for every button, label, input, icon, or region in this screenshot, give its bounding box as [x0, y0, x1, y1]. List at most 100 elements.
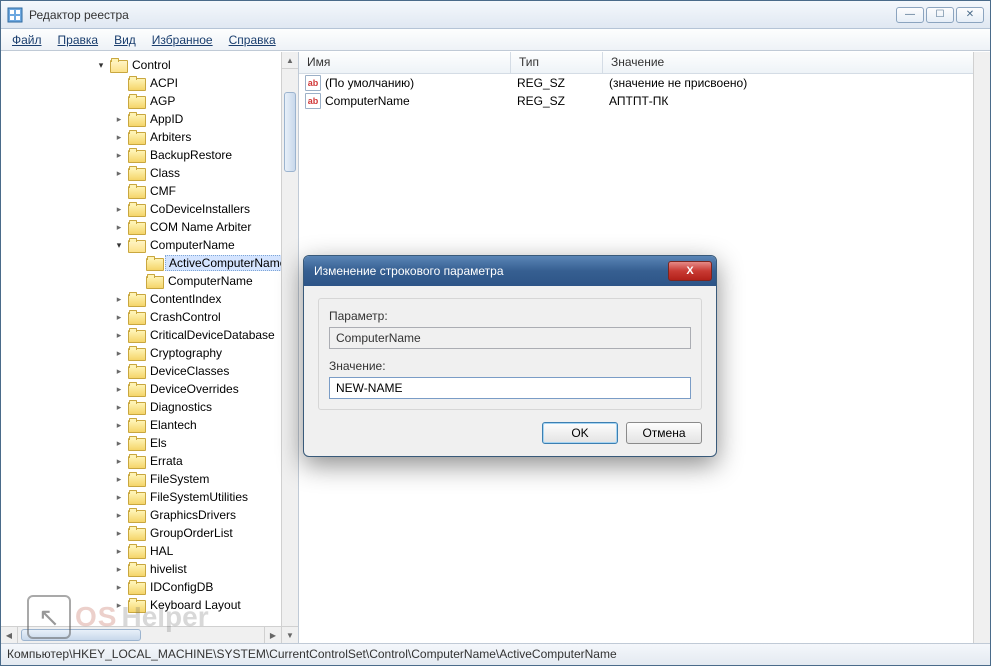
tree-item[interactable]: ▸COM Name Arbiter — [1, 218, 298, 236]
expander-icon[interactable] — [113, 185, 125, 197]
folder-icon — [110, 58, 126, 72]
tree-item[interactable]: ▸HAL — [1, 542, 298, 560]
expander-icon[interactable] — [113, 95, 125, 107]
tree-item-label: CMF — [147, 184, 179, 198]
folder-icon — [146, 274, 162, 288]
expander-icon[interactable]: ▸ — [113, 113, 125, 125]
param-label: Параметр: — [329, 309, 691, 323]
tree-item-label: ComputerName — [165, 274, 256, 288]
tree-item[interactable]: ▸ AppID — [1, 110, 298, 128]
tree-item[interactable]: ▸CriticalDeviceDatabase — [1, 326, 298, 344]
expander-icon[interactable]: ▸ — [113, 329, 125, 341]
tree-item-label: GroupOrderList — [147, 526, 236, 540]
column-name[interactable]: Имя — [299, 52, 511, 73]
close-button[interactable]: ✕ — [956, 7, 984, 23]
tree-item[interactable]: ▸Errata — [1, 452, 298, 470]
folder-icon — [128, 400, 144, 414]
tree-item-control[interactable]: ▾Control — [1, 56, 298, 74]
expander-icon[interactable]: ▸ — [113, 167, 125, 179]
list-row[interactable]: (По умолчанию)REG_SZ(значение не присвое… — [299, 74, 990, 92]
tree-item[interactable]: ▸CoDeviceInstallers — [1, 200, 298, 218]
tree-item-computername[interactable]: ▾ComputerName — [1, 236, 298, 254]
scroll-down-icon[interactable]: ▼ — [282, 626, 298, 643]
expander-icon[interactable]: ▸ — [113, 437, 125, 449]
menu-view[interactable]: Вид — [107, 31, 143, 49]
tree-item[interactable]: ACPI — [1, 74, 298, 92]
folder-icon — [128, 580, 144, 594]
expander-icon[interactable]: ▸ — [113, 563, 125, 575]
expander-icon[interactable] — [113, 77, 125, 89]
menu-file[interactable]: Файл — [5, 31, 49, 49]
tree-item-activecomputername[interactable]: ActiveComputerName — [1, 254, 298, 272]
list-vscrollbar[interactable] — [973, 52, 990, 643]
folder-icon — [128, 94, 144, 108]
expander-icon[interactable]: ▸ — [113, 311, 125, 323]
expander-icon[interactable]: ▸ — [113, 491, 125, 503]
tree-item-label: AppID — [147, 112, 186, 126]
tree-item[interactable]: ▸CrashControl — [1, 308, 298, 326]
expander-icon[interactable]: ▾ — [95, 59, 107, 71]
tree-item[interactable]: ▸FileSystem — [1, 470, 298, 488]
tree-item[interactable]: ▸ContentIndex — [1, 290, 298, 308]
expander-icon[interactable]: ▸ — [113, 221, 125, 233]
expander-icon[interactable]: ▸ — [113, 509, 125, 521]
scroll-left-icon[interactable]: ◀ — [1, 627, 18, 643]
dialog-titlebar[interactable]: Изменение строкового параметра X — [304, 256, 716, 286]
expander-icon[interactable] — [131, 275, 143, 287]
maximize-button[interactable]: ☐ — [926, 7, 954, 23]
expander-icon[interactable]: ▸ — [113, 473, 125, 485]
minimize-button[interactable]: — — [896, 7, 924, 23]
expander-icon[interactable]: ▸ — [113, 293, 125, 305]
folder-icon — [128, 112, 144, 126]
tree-item-label: DeviceOverrides — [147, 382, 242, 396]
expander-icon[interactable]: ▸ — [113, 545, 125, 557]
expander-icon[interactable]: ▸ — [113, 383, 125, 395]
tree-vscrollbar[interactable]: ▲ ▼ — [281, 52, 298, 643]
menu-favorites[interactable]: Избранное — [145, 31, 220, 49]
folder-icon — [128, 562, 144, 576]
tree-item[interactable]: AGP — [1, 92, 298, 110]
expander-icon[interactable]: ▸ — [113, 203, 125, 215]
expander-icon[interactable] — [131, 257, 143, 269]
expander-icon[interactable]: ▸ — [113, 365, 125, 377]
menu-edit[interactable]: Правка — [51, 31, 106, 49]
expander-icon[interactable]: ▸ — [113, 581, 125, 593]
tree-item[interactable]: ▸Els — [1, 434, 298, 452]
expander-icon[interactable]: ▸ — [113, 455, 125, 467]
cancel-button[interactable]: Отмена — [626, 422, 702, 444]
tree-item[interactable]: ▸Cryptography — [1, 344, 298, 362]
expander-icon[interactable]: ▸ — [113, 419, 125, 431]
expander-icon[interactable]: ▾ — [113, 239, 125, 251]
tree-item-label: IDConfigDB — [147, 580, 216, 594]
dialog-close-button[interactable]: X — [668, 261, 712, 281]
tree-item[interactable]: ▸ GroupOrderList — [1, 524, 298, 542]
list-row[interactable]: ComputerNameREG_SZАПТПТ-ПК — [299, 92, 990, 110]
tree-item[interactable]: ▸ IDConfigDB — [1, 578, 298, 596]
expander-icon[interactable]: ▸ — [113, 149, 125, 161]
window-title: Редактор реестра — [29, 8, 896, 22]
menu-help[interactable]: Справка — [222, 31, 283, 49]
expander-icon[interactable]: ▸ — [113, 527, 125, 539]
tree-item[interactable]: CMF — [1, 182, 298, 200]
ok-button[interactable]: OK — [542, 422, 618, 444]
tree-item[interactable]: ▸Arbiters — [1, 128, 298, 146]
tree-item[interactable]: ▸DeviceClasses — [1, 362, 298, 380]
tree-item[interactable]: ▸Class — [1, 164, 298, 182]
tree-item[interactable]: ▸Elantech — [1, 416, 298, 434]
column-type[interactable]: Тип — [511, 52, 603, 73]
value-input[interactable] — [329, 377, 691, 399]
scroll-thumb[interactable] — [284, 92, 296, 172]
tree-item[interactable]: ▸Diagnostics — [1, 398, 298, 416]
tree-item-computername-child[interactable]: ComputerName — [1, 272, 298, 290]
tree-item[interactable]: ▸FileSystemUtilities — [1, 488, 298, 506]
scroll-right-icon[interactable]: ▶ — [264, 627, 281, 643]
expander-icon[interactable]: ▸ — [113, 347, 125, 359]
tree-item[interactable]: ▸ DeviceOverrides — [1, 380, 298, 398]
scroll-up-icon[interactable]: ▲ — [282, 52, 298, 69]
column-value[interactable]: Значение — [603, 52, 990, 73]
expander-icon[interactable]: ▸ — [113, 401, 125, 413]
tree-item[interactable]: ▸hivelist — [1, 560, 298, 578]
tree-item[interactable]: ▸BackupRestore — [1, 146, 298, 164]
expander-icon[interactable]: ▸ — [113, 131, 125, 143]
tree-item[interactable]: ▸GraphicsDrivers — [1, 506, 298, 524]
